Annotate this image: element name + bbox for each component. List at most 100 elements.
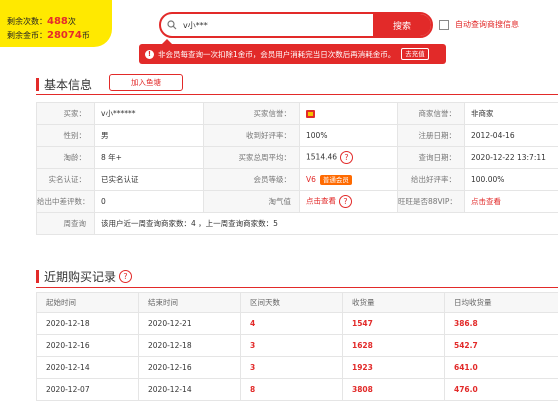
info-value-text: 100% xyxy=(306,131,327,140)
remaining-unit: 次 xyxy=(68,17,76,26)
table-cell: 2020-12-21 xyxy=(139,313,241,335)
table-cell: 2020-12-07 xyxy=(37,379,139,401)
table-cell: 542.7 xyxy=(445,335,558,357)
info-value-text: 2020-12-22 13:7:11 xyxy=(471,153,546,162)
info-value-text: 非商家 xyxy=(471,109,494,118)
search-icon xyxy=(161,14,183,36)
info-key: 收到好评率： xyxy=(204,125,300,147)
info-value xyxy=(300,103,398,125)
info-key: 周查询 xyxy=(37,213,95,235)
info-value: 已实名认证 xyxy=(95,169,204,191)
table-cell: 3 xyxy=(241,357,343,379)
info-value-text: 已实名认证 xyxy=(101,175,139,184)
help-icon[interactable]: ? xyxy=(340,151,353,164)
table-cell: 2020-12-14 xyxy=(37,357,139,379)
info-key: 买家信誉： xyxy=(204,103,300,125)
info-key: 淘龄： xyxy=(37,147,95,169)
info-key: 旺旺是否88VIP： xyxy=(398,191,465,213)
column-header: 结束时间 xyxy=(139,293,241,313)
info-row: 淘龄： 8 年+ 买家总周平均： 1514.46? 查询日期： 2020-12-22 13… xyxy=(37,147,558,169)
table-cell: 2020-12-18 xyxy=(37,313,139,335)
remaining-coins: 剩余金币：28074币 xyxy=(7,29,112,43)
info-value: 2012-04-16 xyxy=(465,125,558,147)
info-value: 8 年+ xyxy=(95,147,204,169)
info-value: 非商家 xyxy=(465,103,558,125)
table-cell: 1547 xyxy=(343,313,445,335)
info-row: 给出中差评数：0淘气值点击查看?旺旺是否88VIP：点击查看 xyxy=(37,191,558,213)
table-row: 2020-12-072020-12-1483808476.0 xyxy=(37,379,558,401)
info-value: 0 xyxy=(95,191,204,213)
info-key: 买家： xyxy=(37,103,95,125)
table-cell: 4 xyxy=(241,313,343,335)
recent-purchases-title: 近期购买记录 xyxy=(44,268,116,285)
info-key: 淘气值 xyxy=(204,191,300,213)
basic-info-header: 基本信息 xyxy=(36,76,92,93)
remaining-count: 剩余次数：488次 xyxy=(7,15,112,29)
info-key: 性别： xyxy=(37,125,95,147)
notice-text: 非会员每查询一次扣除1金币，会员用户消耗完当日次数后再消耗金币。 xyxy=(158,49,395,60)
info-key: 会员等级： xyxy=(204,169,300,191)
search-bar: 搜索 xyxy=(159,12,433,38)
auto-query-checkbox[interactable] xyxy=(439,20,449,30)
table-row: 2020-12-162020-12-1831628542.7 xyxy=(37,335,558,357)
info-value: 100% xyxy=(300,125,398,147)
info-value: 2020-12-22 13:7:11 xyxy=(465,147,558,169)
table-cell: 3 xyxy=(241,335,343,357)
coins-value: 28074 xyxy=(47,30,82,41)
info-value-text: 1514.46 xyxy=(306,153,337,162)
table-cell: 2020-12-16 xyxy=(139,357,241,379)
column-header: 收货量 xyxy=(343,293,445,313)
info-value-text: 100.00% xyxy=(471,175,504,184)
divider xyxy=(36,94,558,95)
info-key: 买家总周平均： xyxy=(204,147,300,169)
recent-purchases-header: 近期购买记录 ? xyxy=(36,268,132,285)
info-value: 男 xyxy=(95,125,204,147)
balance-panel: 剩余次数：488次 剩余金币：28074币 xyxy=(0,0,112,47)
info-value-text: V6 xyxy=(306,175,316,184)
info-value-text[interactable]: 点击查看 xyxy=(471,197,501,206)
info-key: 实名认证： xyxy=(37,169,95,191)
section-marker xyxy=(36,270,39,283)
help-icon[interactable]: ? xyxy=(339,195,352,208)
recharge-button[interactable]: 去充值 xyxy=(401,48,429,60)
table-row: 2020-12-182020-12-2141547386.8 xyxy=(37,313,558,335)
notice-banner: ! 非会员每查询一次扣除1金币，会员用户消耗完当日次数后再消耗金币。 去充值 xyxy=(139,44,446,64)
info-row: 买家：v小******买家信誉：商家信誉：非商家 xyxy=(37,103,558,125)
info-value: 100.00% xyxy=(465,169,558,191)
info-value-text: 0 xyxy=(101,197,106,206)
column-header: 日均收货量 xyxy=(445,293,558,313)
info-key: 查询日期： xyxy=(398,147,465,169)
purchase-table: 起始时间结束时间区间天数收货量日均收货量 2020-12-182020-12-2… xyxy=(36,292,558,401)
info-row: 实名认证： 已实名认证 会员等级： V6 普通会员 给出好评率： 100.00% xyxy=(37,169,558,191)
basic-info-title: 基本信息 xyxy=(44,76,92,93)
search-input[interactable] xyxy=(183,14,373,36)
info-value: v小****** xyxy=(95,103,204,125)
info-value-text: 男 xyxy=(101,131,109,140)
table-cell: 641.0 xyxy=(445,357,558,379)
basic-info-table: 买家：v小******买家信誉：商家信誉：非商家性别： 男 收到好评率： 100% 注册… xyxy=(36,102,558,235)
info-key: 给出好评率： xyxy=(398,169,465,191)
column-header: 区间天数 xyxy=(241,293,343,313)
table-cell: 2020-12-18 xyxy=(139,335,241,357)
info-value: 点击查看 xyxy=(465,191,558,213)
help-icon[interactable]: ? xyxy=(119,270,132,283)
table-cell: 476.0 xyxy=(445,379,558,401)
info-value-text: 2012-04-16 xyxy=(471,131,515,140)
table-cell: 3808 xyxy=(343,379,445,401)
member-badge: 普通会员 xyxy=(320,175,352,185)
coins-unit: 币 xyxy=(82,31,90,40)
info-key: 注册日期： xyxy=(398,125,465,147)
info-value: V6 普通会员 xyxy=(300,169,398,191)
alert-icon: ! xyxy=(145,50,154,59)
remaining-value: 488 xyxy=(47,16,68,27)
table-cell: 386.8 xyxy=(445,313,558,335)
coins-label: 剩余金币： xyxy=(7,31,47,40)
info-value-text: 8 年+ xyxy=(101,153,122,162)
info-value-text[interactable]: 点击查看 xyxy=(306,197,336,206)
auto-query-label: 自动查询商搜信息 xyxy=(455,19,519,30)
auto-query-toggle[interactable]: 自动查询商搜信息 xyxy=(439,19,519,30)
divider xyxy=(36,287,558,288)
search-button[interactable]: 搜索 xyxy=(373,14,431,36)
info-row: 性别： 男 收到好评率： 100% 注册日期： 2012-04-16 xyxy=(37,125,558,147)
add-to-pond-button[interactable]: 加入鱼塘 xyxy=(109,74,183,91)
